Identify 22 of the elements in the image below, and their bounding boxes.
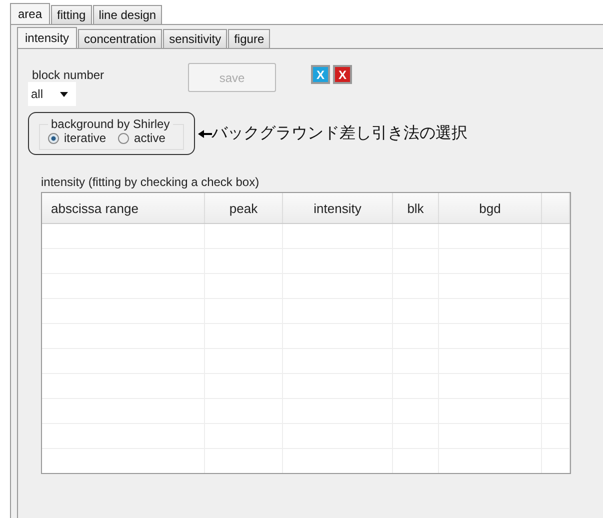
column-header[interactable]: intensity <box>283 193 393 223</box>
column-header[interactable]: blk <box>393 193 439 223</box>
block-number-dropdown[interactable]: all <box>28 82 76 106</box>
tab[interactable]: concentration <box>78 29 162 48</box>
radio-option[interactable]: active <box>118 131 166 145</box>
tab[interactable]: figure <box>228 29 270 48</box>
column-header[interactable]: abscissa range <box>42 193 205 223</box>
tab[interactable]: line design <box>92 5 162 24</box>
arrow-icon <box>198 130 212 138</box>
x-button[interactable]: X <box>333 65 352 84</box>
column-header[interactable]: peak <box>205 193 283 223</box>
table-title: intensity (fitting by checking a check box) <box>41 175 260 189</box>
tab[interactable]: fitting <box>51 5 92 24</box>
column-header[interactable]: bgd <box>439 193 542 223</box>
tab[interactable]: sensitivity <box>163 29 228 48</box>
group-title: background by Shirley <box>50 117 171 131</box>
annotation-text: バックグラウンド差し引き法の選択 <box>212 123 468 144</box>
tab[interactable]: area <box>10 3 50 24</box>
caret-icon <box>60 92 68 96</box>
radio-option[interactable]: iterative <box>48 131 106 145</box>
tab[interactable]: intensity <box>17 27 78 48</box>
block-number-label: block number <box>31 68 106 82</box>
